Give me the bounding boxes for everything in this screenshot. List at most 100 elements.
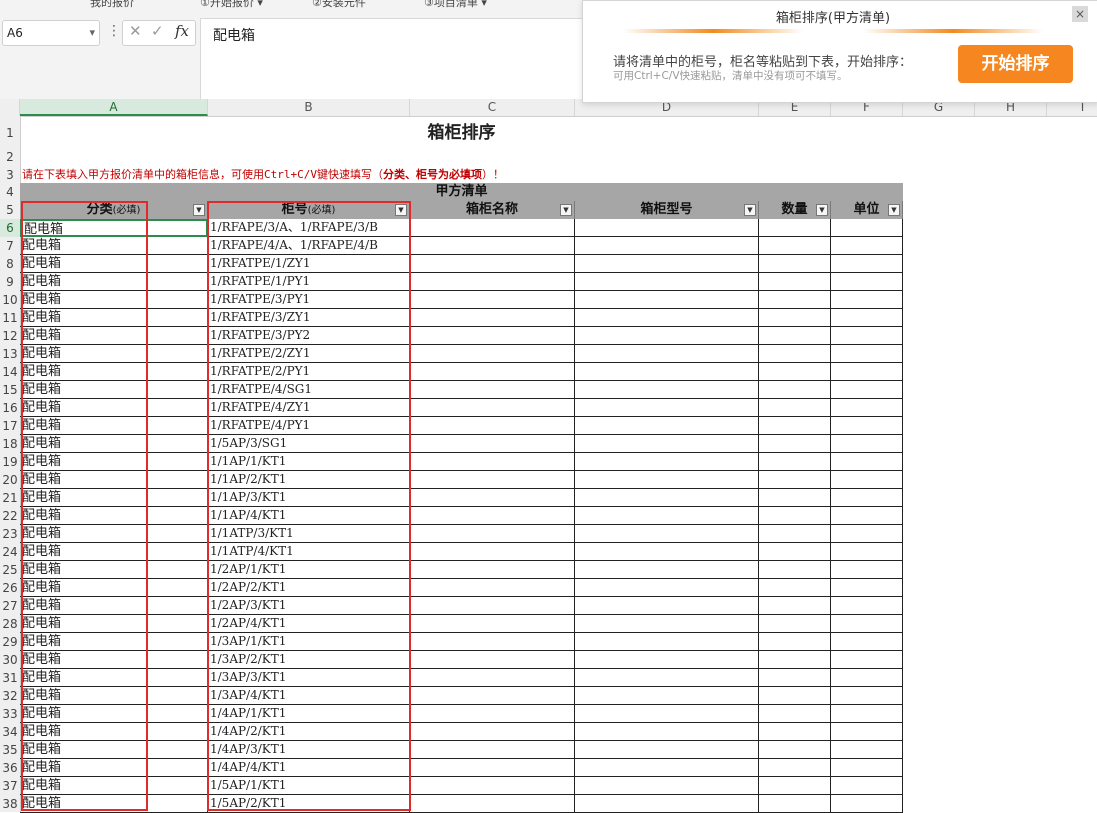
cell-quantity[interactable] <box>759 579 831 597</box>
cell-cabinet-name[interactable] <box>410 417 575 435</box>
row-number[interactable]: 9 <box>0 273 20 291</box>
cell-cabinet-no[interactable]: 1/4AP/3/KT1 <box>208 741 410 759</box>
row-number[interactable]: 6 <box>0 219 20 237</box>
cell-cabinet-name[interactable] <box>410 669 575 687</box>
ribbon-item-install[interactable]: ②安装元件 <box>312 0 366 10</box>
cell-quantity[interactable] <box>759 669 831 687</box>
cell-quantity[interactable] <box>759 489 831 507</box>
cell-cabinet-name[interactable] <box>410 219 575 237</box>
cell-unit[interactable] <box>831 471 903 489</box>
cell-unit[interactable] <box>831 309 903 327</box>
cell-cabinet-model[interactable] <box>575 633 759 651</box>
cell-cabinet-no[interactable]: 1/RFATPE/3/PY1 <box>208 291 410 309</box>
row-number[interactable]: 10 <box>0 291 20 309</box>
cell-quantity[interactable] <box>759 543 831 561</box>
row-number[interactable]: 35 <box>0 741 20 759</box>
cell-quantity[interactable] <box>759 273 831 291</box>
cell-category[interactable]: 配电箱 <box>20 651 208 669</box>
row-number[interactable]: 30 <box>0 651 20 669</box>
cell-cabinet-no[interactable]: 1/3AP/4/KT1 <box>208 687 410 705</box>
cell-cabinet-model[interactable] <box>575 291 759 309</box>
cell-cabinet-no[interactable]: 1/RFATPE/3/ZY1 <box>208 309 410 327</box>
row-number[interactable]: 1 <box>0 124 20 142</box>
cell-unit[interactable] <box>831 525 903 543</box>
cell-cabinet-no[interactable]: 1/5AP/1/KT1 <box>208 777 410 795</box>
row-number[interactable]: 26 <box>0 579 20 597</box>
cell-cabinet-model[interactable] <box>575 255 759 273</box>
cell-quantity[interactable] <box>759 795 831 813</box>
cell-category[interactable]: 配电箱 <box>20 327 208 345</box>
header-category[interactable]: 分类(必填) ▼ <box>20 201 208 219</box>
cell-cabinet-model[interactable] <box>575 381 759 399</box>
cell-quantity[interactable] <box>759 507 831 525</box>
cell-quantity[interactable] <box>759 741 831 759</box>
cancel-icon[interactable]: ✕ <box>129 22 142 40</box>
cell-category[interactable]: 配电箱 <box>20 669 208 687</box>
row-number[interactable]: 36 <box>0 759 20 777</box>
cell-cabinet-model[interactable] <box>575 741 759 759</box>
cell-cabinet-model[interactable] <box>575 759 759 777</box>
column-header-c[interactable]: C <box>410 99 575 116</box>
cell-cabinet-name[interactable] <box>410 687 575 705</box>
cell-cabinet-model[interactable] <box>575 471 759 489</box>
row-number[interactable]: 5 <box>0 201 20 219</box>
cell-category[interactable]: 配电箱 <box>20 435 208 453</box>
cell-cabinet-no[interactable]: 1/3AP/2/KT1 <box>208 651 410 669</box>
cell-cabinet-name[interactable] <box>410 723 575 741</box>
cell-cabinet-name[interactable] <box>410 255 575 273</box>
cell-category[interactable]: 配电箱 <box>20 489 208 507</box>
header-unit[interactable]: 单位 ▼ <box>831 201 903 219</box>
cell-unit[interactable] <box>831 759 903 777</box>
cell-quantity[interactable] <box>759 327 831 345</box>
chevron-down-icon[interactable]: ▾ <box>89 21 95 45</box>
cell-unit[interactable] <box>831 399 903 417</box>
row-number[interactable]: 25 <box>0 561 20 579</box>
cell-category[interactable]: 配电箱 <box>20 687 208 705</box>
cell-category[interactable]: 配电箱 <box>20 633 208 651</box>
cell-cabinet-no[interactable]: 1/RFAPE/4/A、1/RFAPE/4/B <box>208 237 410 255</box>
cell-cabinet-name[interactable] <box>410 453 575 471</box>
cell-cabinet-name[interactable] <box>410 741 575 759</box>
cell-cabinet-name[interactable] <box>410 597 575 615</box>
name-box[interactable]: A6 ▾ <box>2 20 100 46</box>
cell-quantity[interactable] <box>759 723 831 741</box>
cell-cabinet-model[interactable] <box>575 651 759 669</box>
cell-cabinet-no[interactable]: 1/1AP/1/KT1 <box>208 453 410 471</box>
row-number[interactable]: 22 <box>0 507 20 525</box>
function-icon[interactable]: fx <box>175 22 189 40</box>
cell-quantity[interactable] <box>759 453 831 471</box>
cell-unit[interactable] <box>831 507 903 525</box>
cell-quantity[interactable] <box>759 399 831 417</box>
cell-cabinet-name[interactable] <box>410 705 575 723</box>
ribbon-item-project-list[interactable]: ③项目清单 ▾ <box>424 0 487 10</box>
cell-unit[interactable] <box>831 345 903 363</box>
header-cabinet-name[interactable]: 箱柜名称 ▼ <box>410 201 575 219</box>
cell-unit[interactable] <box>831 435 903 453</box>
header-cabinet-model[interactable]: 箱柜型号 ▼ <box>575 201 759 219</box>
cell-cabinet-no[interactable]: 1/1ATP/3/KT1 <box>208 525 410 543</box>
cell-cabinet-name[interactable] <box>410 561 575 579</box>
cell-category[interactable]: 配电箱 <box>20 543 208 561</box>
cell-cabinet-no[interactable]: 1/1AP/2/KT1 <box>208 471 410 489</box>
cell-cabinet-no[interactable]: 1/RFATPE/4/PY1 <box>208 417 410 435</box>
row-number[interactable]: 23 <box>0 525 20 543</box>
cell-cabinet-no[interactable]: 1/RFAPE/3/A、1/RFAPE/3/B <box>208 219 410 237</box>
cell-cabinet-no[interactable]: 1/5AP/2/KT1 <box>208 795 410 813</box>
cell-cabinet-model[interactable] <box>575 363 759 381</box>
cell-cabinet-name[interactable] <box>410 615 575 633</box>
cell-category[interactable]: 配电箱 <box>20 777 208 795</box>
cell-cabinet-name[interactable] <box>410 363 575 381</box>
cell-cabinet-model[interactable] <box>575 597 759 615</box>
cell-cabinet-model[interactable] <box>575 543 759 561</box>
cell-quantity[interactable] <box>759 651 831 669</box>
cell-category[interactable]: 配电箱 <box>20 417 208 435</box>
row-number[interactable]: 14 <box>0 363 20 381</box>
row-number[interactable]: 24 <box>0 543 20 561</box>
filter-dropdown-icon[interactable]: ▼ <box>744 204 756 216</box>
filter-dropdown-icon[interactable]: ▼ <box>560 204 572 216</box>
cell-unit[interactable] <box>831 291 903 309</box>
cell-quantity[interactable] <box>759 237 831 255</box>
row-number[interactable]: 12 <box>0 327 20 345</box>
cell-cabinet-model[interactable] <box>575 345 759 363</box>
row-number[interactable]: 31 <box>0 669 20 687</box>
